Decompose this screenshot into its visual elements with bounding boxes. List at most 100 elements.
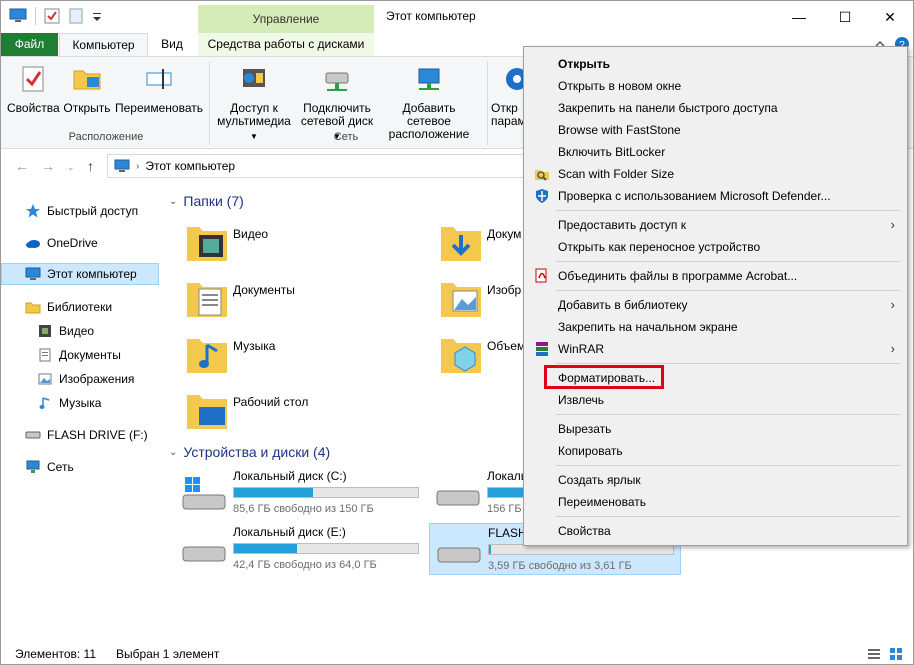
nav-quick-access[interactable]: Быстрый доступ [1, 200, 159, 222]
menu-pin-start[interactable]: Закрепить на начальном экране [526, 316, 905, 338]
address-pc-icon [114, 159, 130, 172]
menu-add-library-label: Добавить в библиотеку [558, 298, 688, 312]
folder-music[interactable]: Музыка [185, 333, 275, 377]
menu-pin-quick-access[interactable]: Закрепить на панели быстрого доступа [526, 97, 905, 119]
forward-icon[interactable]: → [41, 158, 55, 174]
folder-3d-objects[interactable]: Объем [439, 333, 525, 377]
desktop-folder-icon [187, 395, 227, 429]
chevron-right-icon: › [890, 217, 895, 232]
menu-copy[interactable]: Копировать [526, 440, 905, 462]
properties-check-icon[interactable] [44, 8, 60, 24]
drive-e[interactable]: Локальный диск (E:) 42,4 ГБ свободно из … [181, 523, 431, 573]
properties-label: Свойства [7, 101, 60, 115]
folders-section-header[interactable]: ⌄ Папки (7) [169, 193, 244, 209]
nav-pictures[interactable]: Изображения [1, 368, 159, 390]
add-network-location-button[interactable]: Добавить сетевое расположение [379, 63, 479, 141]
maximize-button[interactable]: ☐ [822, 1, 868, 33]
network-location-icon [418, 68, 440, 90]
nav-video[interactable]: Видео [1, 320, 159, 342]
menu-winrar[interactable]: WinRAR › [526, 338, 905, 360]
nav-onedrive[interactable]: OneDrive [1, 232, 159, 254]
nav-this-pc[interactable]: Этот компьютер [1, 263, 159, 285]
nav-libraries[interactable]: Библиотеки [1, 296, 159, 318]
drive-e-name: Локальный диск (E:) [233, 525, 346, 539]
nav-flash-drive[interactable]: FLASH DRIVE (F:) [1, 424, 159, 446]
cloud-icon [25, 235, 41, 251]
windows-drive-icon [182, 477, 226, 510]
menu-separator [556, 414, 901, 415]
menu-open[interactable]: Открыть [526, 53, 905, 75]
drives-section-header[interactable]: ⌄ Устройства и диски (4) [169, 444, 330, 460]
menu-add-library[interactable]: Добавить в библиотеку › [526, 294, 905, 316]
folder-video[interactable]: Видео [185, 221, 268, 265]
up-icon[interactable]: ↑ [87, 158, 94, 174]
menu-share[interactable]: Предоставить доступ к › [526, 214, 905, 236]
media-dropdown-icon: ▼ [250, 132, 258, 141]
properties-icon [22, 66, 44, 92]
qat-dropdown-icon[interactable] [92, 8, 102, 24]
drive-c-usage-bar [233, 487, 419, 498]
back-icon[interactable]: ← [15, 158, 29, 174]
address-bar[interactable]: › Этот компьютер [107, 154, 527, 178]
tab-file[interactable]: Файл [1, 33, 58, 56]
media-access-button[interactable]: Доступ к мультимедиа ▼ [213, 63, 295, 143]
folder-desktop-label: Рабочий стол [233, 395, 309, 409]
add-location-label-1: Добавить сетевое [402, 101, 456, 128]
context-tab-header: Управление [198, 5, 374, 33]
folder-pictures[interactable]: Изобр [439, 277, 521, 321]
recent-dropdown-icon[interactable]: ⌄ [67, 162, 75, 173]
collapse-folders-icon: ⌄ [169, 195, 178, 207]
menu-create-shortcut[interactable]: Создать ярлык [526, 469, 905, 491]
computer-icon[interactable] [9, 8, 27, 24]
menu-eject[interactable]: Извлечь [526, 389, 905, 411]
map-drive-label-2: сетевой диск [300, 114, 374, 128]
menu-portable-label: Открыть как переносное устройство [558, 240, 761, 254]
menu-acrobat[interactable]: Объединить файлы в программе Acrobat... [526, 265, 905, 287]
local-drive-e-icon [182, 546, 226, 562]
open-settings-button[interactable]: Откр парам [491, 63, 525, 128]
menu-separator [556, 290, 901, 291]
nav-pictures-label: Изображения [59, 372, 135, 386]
nav-music[interactable]: Музыка [1, 392, 159, 414]
open-folder-icon [73, 70, 101, 90]
menu-properties[interactable]: Свойства [526, 520, 905, 542]
tab-view[interactable]: Вид [151, 33, 193, 56]
close-button[interactable]: ✕ [867, 1, 913, 33]
folder-desktop[interactable]: Рабочий стол [185, 389, 308, 433]
chevron-right-icon: › [890, 297, 895, 312]
drive-c[interactable]: Локальный диск (C:) 85,6 ГБ свободно из … [181, 467, 431, 517]
menu-defender[interactable]: Проверка с использованием Microsoft Defe… [526, 185, 905, 207]
ribbon-separator-2 [487, 61, 488, 145]
drive-c-name: Локальный диск (C:) [233, 469, 347, 483]
details-view-icon[interactable] [867, 647, 881, 664]
menu-open-new-window[interactable]: Открыть в новом окне [526, 75, 905, 97]
menu-copy-label: Копировать [558, 444, 623, 458]
rename-icon [146, 69, 172, 89]
folder-downloads[interactable]: Докум [439, 221, 521, 265]
menu-open-portable[interactable]: Открыть как переносное устройство [526, 236, 905, 258]
nav-this-pc-label: Этот компьютер [47, 267, 137, 281]
menu-bitlocker[interactable]: Включить BitLocker [526, 141, 905, 163]
add-location-label-2: расположение [388, 127, 470, 141]
properties-button[interactable]: Свойства [7, 63, 60, 115]
rename-button[interactable]: Переименовать [113, 63, 205, 115]
tab-computer[interactable]: Компьютер [59, 33, 148, 57]
minimize-button[interactable]: — [776, 1, 822, 33]
menu-separator [556, 465, 901, 466]
nav-network-label: Сеть [47, 460, 74, 474]
folder-documents[interactable]: Документы [185, 277, 295, 321]
tiles-view-icon[interactable] [889, 647, 903, 664]
nav-network[interactable]: Сеть [1, 456, 159, 478]
nav-documents[interactable]: Документы [1, 344, 159, 366]
menu-rename[interactable]: Переименовать [526, 491, 905, 513]
new-folder-icon[interactable] [68, 8, 84, 24]
media-icon [243, 69, 265, 87]
nav-libraries-label: Библиотеки [47, 300, 113, 314]
tab-drive-tools[interactable]: Средства работы с дисками [198, 33, 374, 56]
menu-faststone[interactable]: Browse with FastStone [526, 119, 905, 141]
open-button[interactable]: Открыть [61, 63, 113, 115]
media-access-label-2: мультимедиа [217, 114, 291, 128]
menu-cut[interactable]: Вырезать [526, 418, 905, 440]
3d-objects-folder-icon [441, 339, 481, 373]
menu-folder-size[interactable]: Scan with Folder Size [526, 163, 905, 185]
